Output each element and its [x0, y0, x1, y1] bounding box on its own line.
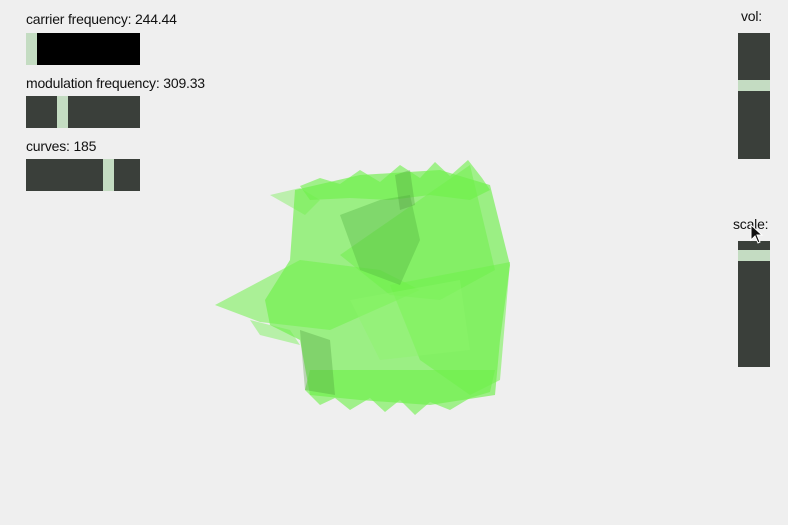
- mouse-cursor-icon: [750, 224, 764, 244]
- fm-curves-visualization: [215, 160, 510, 415]
- green-shape: [215, 160, 510, 415]
